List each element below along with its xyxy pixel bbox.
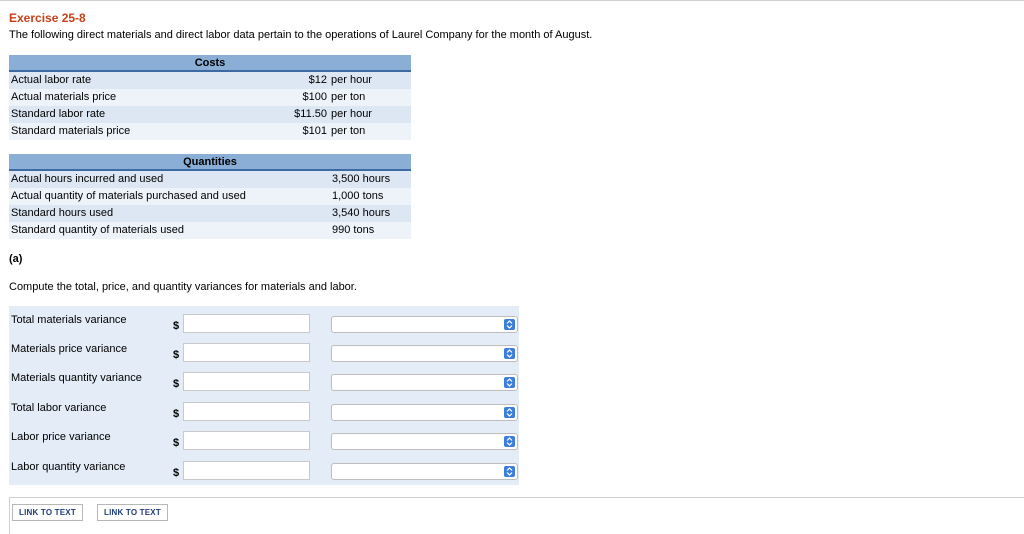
- costs-row-unit: per hour: [331, 108, 372, 120]
- costs-row: Standard materials price $101 per ton: [9, 123, 411, 140]
- costs-row-unit: per ton: [331, 91, 366, 103]
- variance-label: Total labor variance: [11, 402, 107, 414]
- link-to-text-button[interactable]: LINK TO TEXT: [97, 504, 168, 521]
- costs-row-amount: $12: [308, 74, 327, 86]
- variance-label: Total materials variance: [11, 314, 127, 326]
- updown-chevron-icon: [504, 348, 515, 359]
- quantities-row-label: Actual hours incurred and used: [11, 173, 164, 185]
- part-a-instruction: Compute the total, price, and quantity v…: [9, 281, 357, 293]
- quantities-row: Standard hours used 3,540 hours: [9, 205, 411, 222]
- costs-row: Actual labor rate $12 per hour: [9, 72, 411, 89]
- updown-chevron-icon: [504, 436, 515, 447]
- dollar-sign: $: [173, 408, 180, 420]
- variance-label: Labor price variance: [11, 431, 111, 443]
- costs-row-label: Actual labor rate: [11, 74, 92, 86]
- total-materials-variance-select[interactable]: [331, 316, 518, 333]
- costs-header: Costs: [9, 55, 411, 72]
- materials-quantity-variance-select[interactable]: [331, 374, 518, 391]
- costs-row-amount: $101: [302, 125, 327, 137]
- quantities-row-label: Standard hours used: [11, 207, 114, 219]
- dollar-sign: $: [173, 467, 180, 479]
- variance-label: Labor quantity variance: [11, 461, 126, 473]
- quantities-row-value: 3,500 hours: [332, 173, 391, 185]
- quantities-row-value: 1,000 tons: [332, 190, 384, 202]
- costs-row-unit: per hour: [331, 74, 372, 86]
- updown-chevron-icon: [504, 319, 515, 330]
- link-bar: LINK TO TEXT LINK TO TEXT: [9, 497, 1024, 534]
- quantities-row-value: 990 tons: [332, 224, 375, 236]
- costs-row-amount: $100: [302, 91, 327, 103]
- quantities-row-label: Standard quantity of materials used: [11, 224, 185, 236]
- materials-price-variance-input[interactable]: [183, 343, 310, 362]
- variance-row-labor-price: Labor price variance $: [9, 423, 519, 452]
- dollar-sign: $: [173, 349, 180, 361]
- costs-row: Standard labor rate $11.50 per hour: [9, 106, 411, 123]
- quantities-row: Actual quantity of materials purchased a…: [9, 188, 411, 205]
- total-labor-variance-select[interactable]: [331, 404, 518, 421]
- costs-row-label: Standard labor rate: [11, 108, 106, 120]
- updown-chevron-icon: [504, 407, 515, 418]
- quantities-row-value: 3,540 hours: [332, 207, 391, 219]
- variance-label: Materials price variance: [11, 343, 128, 355]
- variance-row-materials-quantity: Materials quantity variance $: [9, 364, 519, 393]
- exercise-intro: The following direct materials and direc…: [9, 29, 593, 41]
- updown-chevron-icon: [504, 377, 515, 388]
- variance-row-materials-price: Materials price variance $: [9, 335, 519, 364]
- total-materials-variance-input[interactable]: [183, 314, 310, 333]
- costs-row-label: Actual materials price: [11, 91, 117, 103]
- costs-row-label: Standard materials price: [11, 125, 131, 137]
- quantities-row-label: Actual quantity of materials purchased a…: [11, 190, 246, 202]
- variance-answer-panel: Total materials variance $ Materials pri…: [9, 306, 519, 485]
- dollar-sign: $: [173, 378, 180, 390]
- costs-row-amount: $11.50: [294, 108, 327, 120]
- costs-row-unit: per ton: [331, 125, 366, 137]
- labor-price-variance-select[interactable]: [331, 433, 518, 450]
- dollar-sign: $: [173, 437, 180, 449]
- costs-row: Actual materials price $100 per ton: [9, 89, 411, 106]
- quantities-row: Actual hours incurred and used 3,500 hou…: [9, 171, 411, 188]
- materials-price-variance-select[interactable]: [331, 345, 518, 362]
- variance-label: Materials quantity variance: [11, 372, 142, 384]
- dollar-sign: $: [173, 320, 180, 332]
- variance-row-total-materials: Total materials variance $: [9, 306, 519, 335]
- exercise-page: Exercise 25-8 The following direct mater…: [0, 0, 1024, 534]
- labor-quantity-variance-input[interactable]: [183, 461, 310, 480]
- materials-quantity-variance-input[interactable]: [183, 372, 310, 391]
- quantities-row: Standard quantity of materials used 990 …: [9, 222, 411, 239]
- total-labor-variance-input[interactable]: [183, 402, 310, 421]
- link-to-text-button[interactable]: LINK TO TEXT: [12, 504, 83, 521]
- labor-price-variance-input[interactable]: [183, 431, 310, 450]
- costs-table: Costs Actual labor rate $12 per hour Act…: [9, 55, 411, 140]
- variance-row-labor-quantity: Labor quantity variance $: [9, 453, 519, 482]
- variance-row-total-labor: Total labor variance $: [9, 394, 519, 423]
- part-a-heading: (a): [9, 253, 23, 265]
- exercise-title: Exercise 25-8: [9, 11, 86, 25]
- updown-chevron-icon: [504, 466, 515, 477]
- quantities-header: Quantities: [9, 154, 411, 171]
- labor-quantity-variance-select[interactable]: [331, 463, 518, 480]
- quantities-table: Quantities Actual hours incurred and use…: [9, 154, 411, 239]
